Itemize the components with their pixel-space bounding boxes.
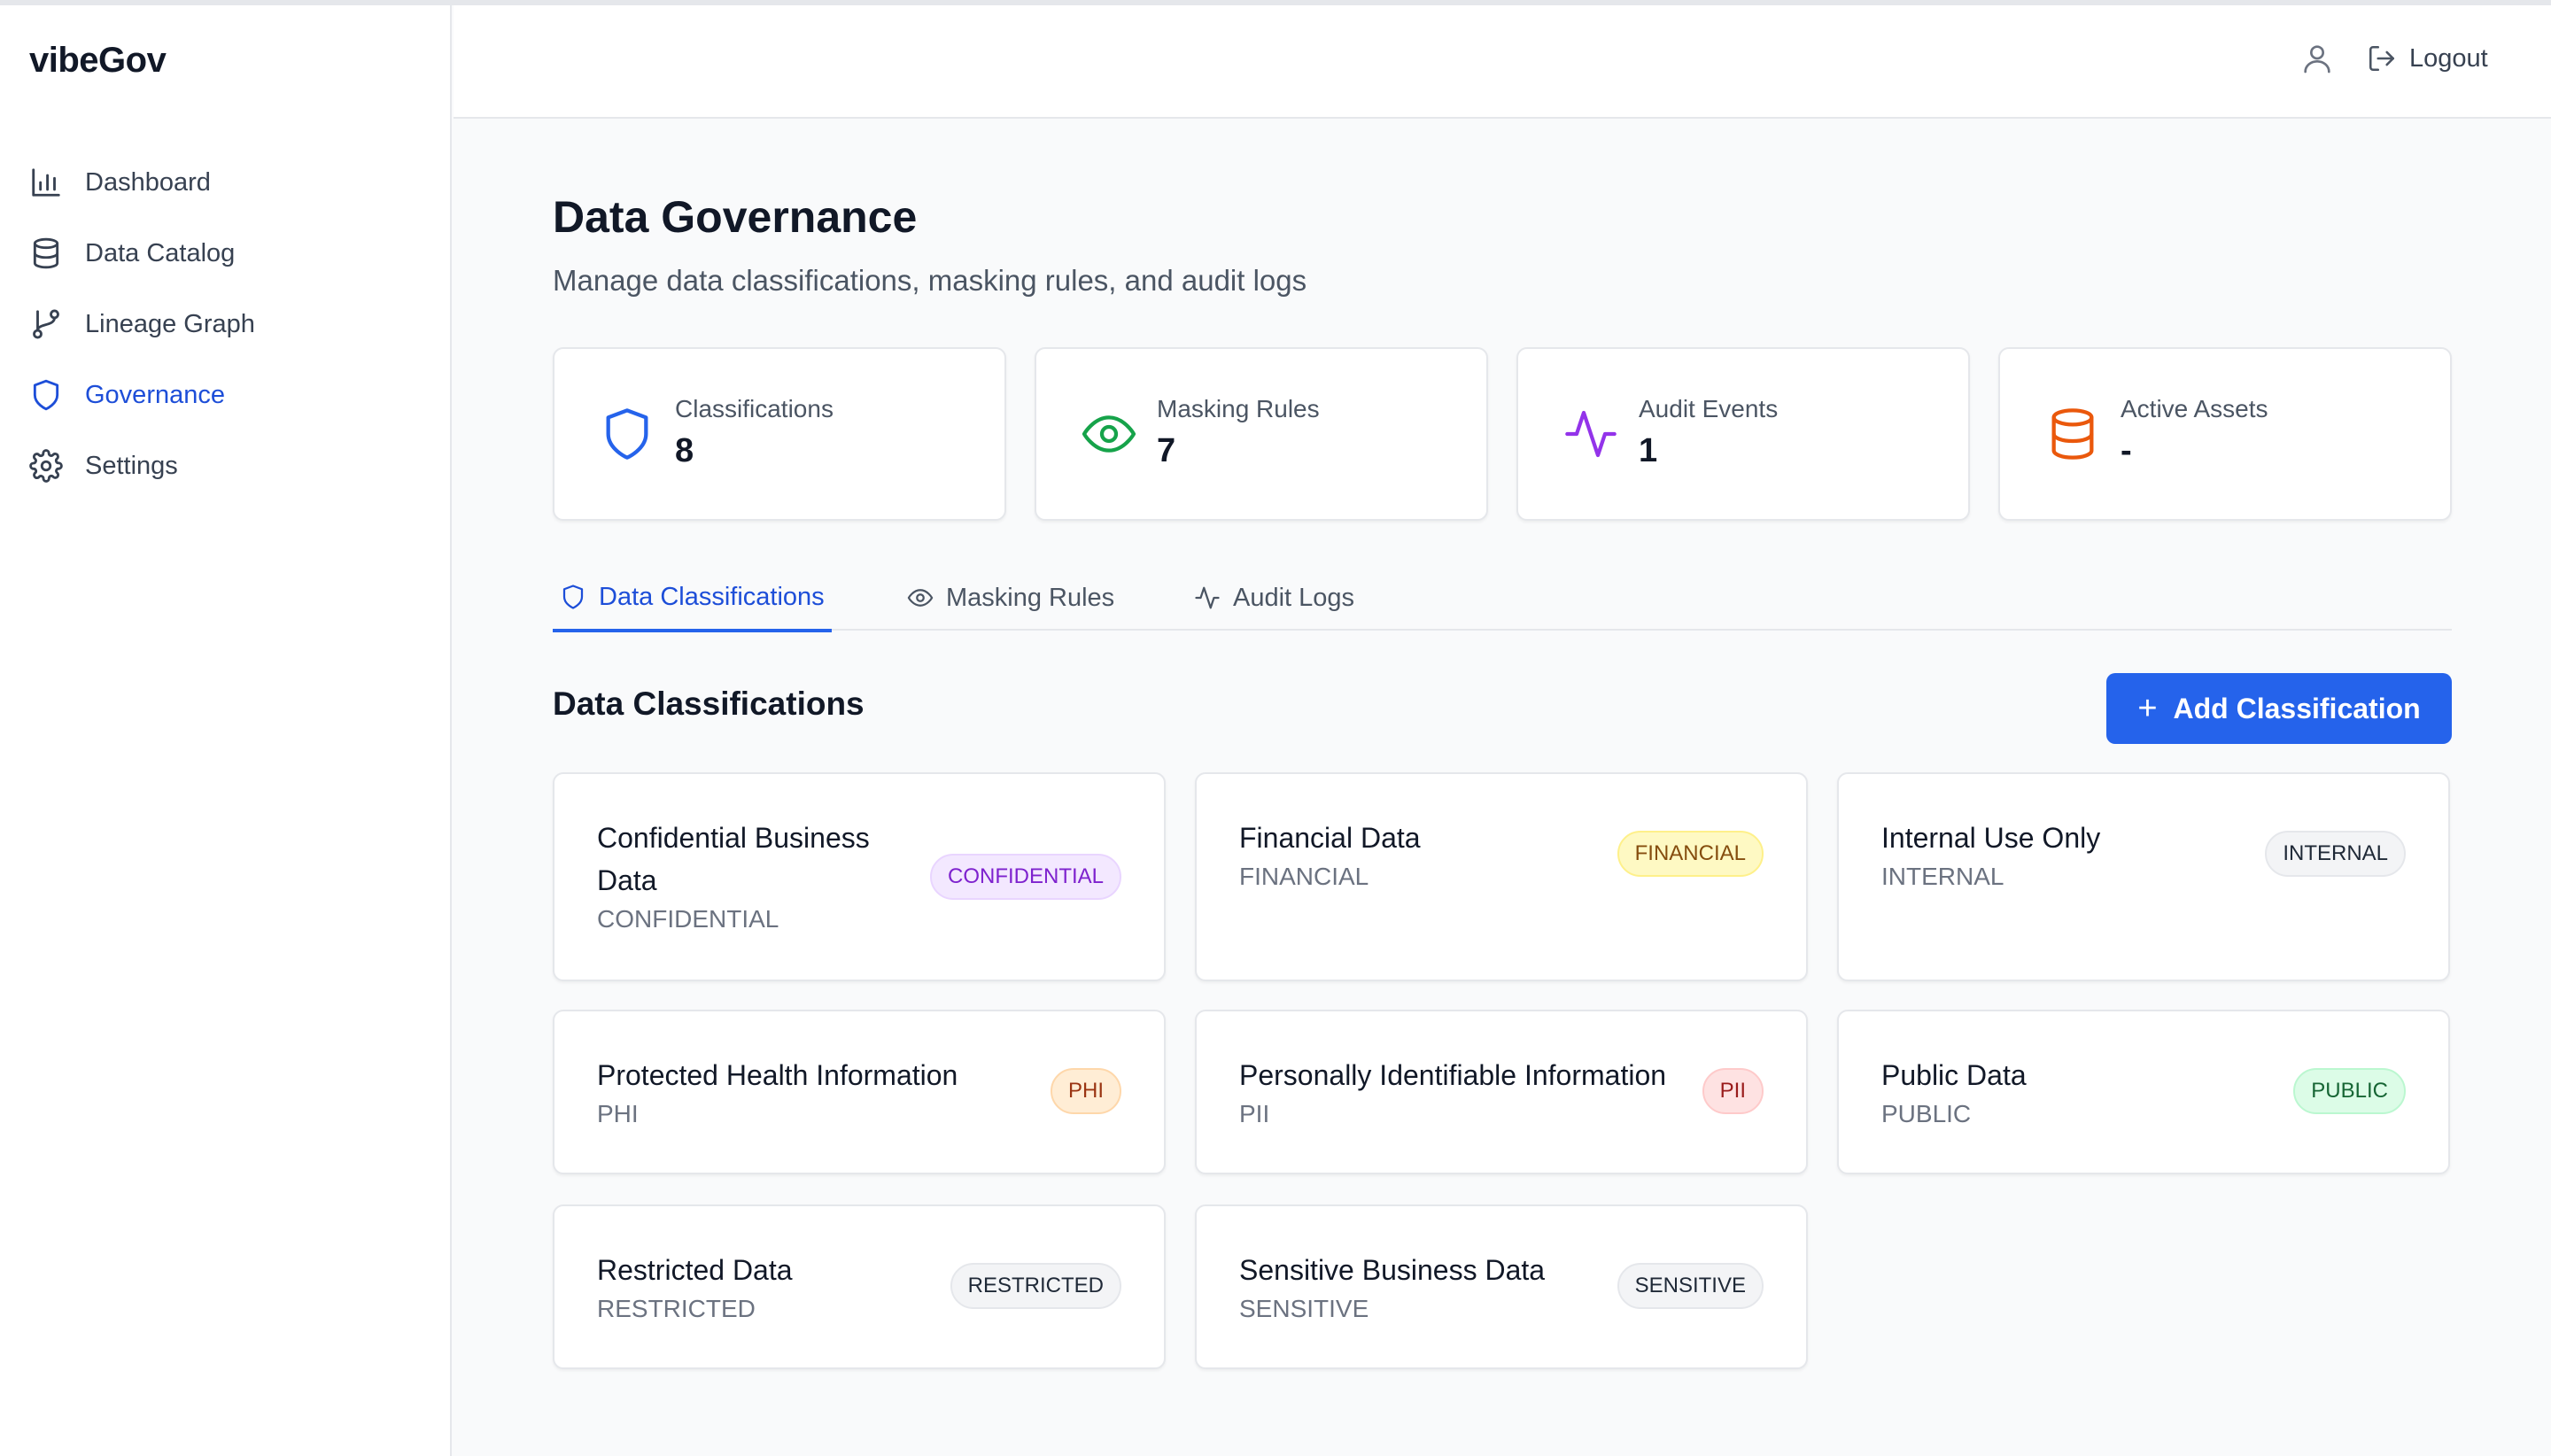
tab-label: Audit Logs (1233, 583, 1355, 612)
user-icon[interactable] (2299, 41, 2335, 76)
section-title: Data Classifications (553, 685, 865, 722)
classification-code: PUBLIC (1881, 1100, 1972, 1127)
sidebar-item-label: Settings (85, 451, 178, 480)
classification-code: SENSITIVE (1239, 1295, 1369, 1322)
top-header (454, 5, 2551, 119)
classification-name: Restricted Data (597, 1254, 793, 1286)
sidebar-item-label: Governance (85, 380, 225, 409)
classification-badge: CONFIDENTIAL (929, 854, 1121, 900)
sidebar-item-label: Lineage Graph (85, 309, 255, 338)
page-subtitle: Manage data classifications, masking rul… (553, 264, 1307, 297)
classification-badge: FINANCIAL (1617, 831, 1764, 877)
logout-icon (2369, 45, 2395, 72)
stat-label: Masking Rules (1157, 395, 1320, 422)
stat-label: Active Assets (2121, 395, 2268, 422)
stat-value: 8 (675, 432, 694, 469)
tab-data-classifications[interactable]: Data Classifications (553, 565, 832, 632)
eye-icon (1082, 415, 1136, 453)
stat-card-classifications: Classifications 8 (553, 347, 1006, 521)
sidebar-item-dashboard[interactable]: Dashboard (0, 147, 450, 218)
shield-icon (28, 377, 64, 413)
classification-code: FINANCIAL (1239, 863, 1369, 890)
stat-value: 1 (1639, 432, 1658, 469)
activity-icon (1195, 586, 1220, 609)
classification-card[interactable]: Sensitive Business Data SENSITIVE SENSIT… (1195, 1204, 1808, 1369)
classification-code: CONFIDENTIAL (597, 905, 779, 933)
activity-icon (1565, 410, 1617, 458)
stat-value: 7 (1157, 432, 1176, 469)
sidebar-item-lineage-graph[interactable]: Lineage Graph (0, 289, 450, 360)
page-title: Data Governance (553, 192, 918, 242)
eye-icon (907, 589, 934, 607)
classification-badge: RESTRICTED (950, 1263, 1121, 1309)
classification-card[interactable]: Confidential Business Data CONFIDENTIAL … (553, 772, 1166, 981)
classification-card[interactable]: Financial Data FINANCIAL FINANCIAL (1195, 772, 1808, 981)
classification-name: Sensitive Business Data (1239, 1254, 1546, 1286)
tab-masking-rules[interactable]: Masking Rules (907, 565, 1114, 631)
classification-code: INTERNAL (1881, 863, 2004, 890)
plus-icon: + (2137, 690, 2158, 727)
sidebar-item-governance[interactable]: Governance (0, 360, 450, 430)
stat-label: Audit Events (1639, 395, 1779, 422)
classification-badge: PUBLIC (2293, 1068, 2406, 1114)
classification-card[interactable]: Personally Identifiable Information PII … (1195, 1010, 1808, 1174)
add-classification-button[interactable]: + Add Classification (2106, 673, 2452, 744)
sidebar-item-settings[interactable]: Settings (0, 430, 450, 501)
database-icon (2051, 408, 2094, 460)
stat-card-audit-events: Audit Events 1 (1516, 347, 1970, 521)
tab-bar: Data Classifications Masking Rules Audit… (553, 565, 2452, 632)
app-logo[interactable]: vibeGov (29, 41, 167, 81)
git-branch-icon (28, 306, 64, 342)
classification-name: Confidential Business Data (597, 822, 870, 896)
stat-card-masking-rules: Masking Rules 7 (1035, 347, 1488, 521)
classification-name: Financial Data (1239, 822, 1421, 854)
stat-card-active-assets: Active Assets - (1998, 347, 2452, 521)
classification-badge: INTERNAL (2265, 831, 2406, 877)
classification-name: Internal Use Only (1881, 822, 2101, 854)
tab-label: Masking Rules (946, 583, 1115, 612)
shield-icon (606, 408, 648, 460)
classification-badge: SENSITIVE (1617, 1263, 1764, 1309)
classification-name: Protected Health Information (597, 1059, 958, 1091)
logout-label: Logout (2409, 43, 2488, 73)
sidebar-item-label: Data Catalog (85, 238, 236, 267)
database-icon (28, 236, 64, 271)
sidebar-item-data-catalog[interactable]: Data Catalog (0, 218, 450, 289)
tab-audit-logs[interactable]: Audit Logs (1194, 565, 1354, 631)
bar-chart-icon (28, 165, 64, 200)
tab-label: Data Classifications (599, 582, 825, 611)
classification-badge: PHI (1050, 1068, 1121, 1114)
classification-code: PII (1239, 1100, 1270, 1127)
shield-icon (562, 585, 584, 609)
classification-name: Public Data (1881, 1059, 2027, 1091)
stats-row: Classifications 8 Masking Rules 7 Audit … (553, 347, 2452, 521)
logout-button[interactable]: Logout (2367, 37, 2488, 80)
add-classification-label: Add Classification (2173, 692, 2421, 724)
classification-badge: PII (1702, 1068, 1764, 1114)
sidebar-item-label: Dashboard (85, 167, 211, 197)
stat-value: - (2121, 432, 2132, 469)
classification-card[interactable]: Restricted Data RESTRICTED RESTRICTED (553, 1204, 1166, 1369)
classification-code: RESTRICTED (597, 1295, 756, 1322)
classification-name: Personally Identifiable Information (1239, 1059, 1667, 1091)
sidebar: vibeGov Dashboard Data Catalog Lineage G… (0, 5, 452, 1456)
sidebar-nav: Dashboard Data Catalog Lineage Graph Gov… (0, 147, 450, 501)
classification-code: PHI (597, 1100, 639, 1127)
classification-card[interactable]: Internal Use Only INTERNAL INTERNAL (1837, 772, 2450, 981)
classification-card[interactable]: Public Data PUBLIC PUBLIC (1837, 1010, 2450, 1174)
gear-icon (28, 448, 64, 484)
stat-label: Classifications (675, 395, 834, 422)
classification-card[interactable]: Protected Health Information PHI PHI (553, 1010, 1166, 1174)
